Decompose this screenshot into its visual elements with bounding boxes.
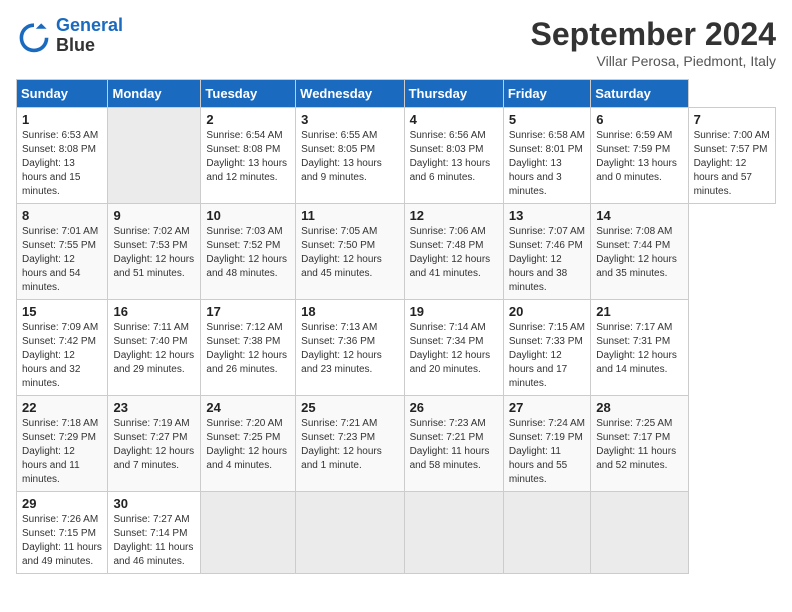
table-row bbox=[503, 492, 590, 574]
table-row: 12Sunrise: 7:06 AMSunset: 7:48 PMDayligh… bbox=[404, 204, 503, 300]
table-row: 18Sunrise: 7:13 AMSunset: 7:36 PMDayligh… bbox=[296, 300, 404, 396]
page-header: General Blue September 2024 Villar Peros… bbox=[16, 16, 776, 69]
col-thursday: Thursday bbox=[404, 80, 503, 108]
table-row: 17Sunrise: 7:12 AMSunset: 7:38 PMDayligh… bbox=[201, 300, 296, 396]
table-row: 1Sunrise: 6:53 AMSunset: 8:08 PMDaylight… bbox=[17, 108, 108, 204]
table-row: 19Sunrise: 7:14 AMSunset: 7:34 PMDayligh… bbox=[404, 300, 503, 396]
logo-icon bbox=[16, 18, 52, 54]
col-tuesday: Tuesday bbox=[201, 80, 296, 108]
table-row: 20Sunrise: 7:15 AMSunset: 7:33 PMDayligh… bbox=[503, 300, 590, 396]
table-row: 16Sunrise: 7:11 AMSunset: 7:40 PMDayligh… bbox=[108, 300, 201, 396]
location-subtitle: Villar Perosa, Piedmont, Italy bbox=[531, 53, 776, 69]
table-row: 15Sunrise: 7:09 AMSunset: 7:42 PMDayligh… bbox=[17, 300, 108, 396]
table-row: 30Sunrise: 7:27 AMSunset: 7:14 PMDayligh… bbox=[108, 492, 201, 574]
table-row bbox=[591, 492, 688, 574]
table-row: 29Sunrise: 7:26 AMSunset: 7:15 PMDayligh… bbox=[17, 492, 108, 574]
col-sunday: Sunday bbox=[17, 80, 108, 108]
table-row: 27Sunrise: 7:24 AMSunset: 7:19 PMDayligh… bbox=[503, 396, 590, 492]
logo-line1: General bbox=[56, 15, 123, 35]
table-row: 2Sunrise: 6:54 AMSunset: 8:08 PMDaylight… bbox=[201, 108, 296, 204]
table-row: 24Sunrise: 7:20 AMSunset: 7:25 PMDayligh… bbox=[201, 396, 296, 492]
table-row bbox=[404, 492, 503, 574]
col-monday: Monday bbox=[108, 80, 201, 108]
table-row: 13Sunrise: 7:07 AMSunset: 7:46 PMDayligh… bbox=[503, 204, 590, 300]
col-friday: Friday bbox=[503, 80, 590, 108]
table-row: 4Sunrise: 6:56 AMSunset: 8:03 PMDaylight… bbox=[404, 108, 503, 204]
table-row: 22Sunrise: 7:18 AMSunset: 7:29 PMDayligh… bbox=[17, 396, 108, 492]
table-row: 10Sunrise: 7:03 AMSunset: 7:52 PMDayligh… bbox=[201, 204, 296, 300]
table-row: 11Sunrise: 7:05 AMSunset: 7:50 PMDayligh… bbox=[296, 204, 404, 300]
table-row: 25Sunrise: 7:21 AMSunset: 7:23 PMDayligh… bbox=[296, 396, 404, 492]
logo-line2: Blue bbox=[56, 35, 95, 55]
logo-text: General Blue bbox=[56, 16, 123, 56]
month-title: September 2024 bbox=[531, 16, 776, 53]
table-row: 6Sunrise: 6:59 AMSunset: 7:59 PMDaylight… bbox=[591, 108, 688, 204]
table-row: 8Sunrise: 7:01 AMSunset: 7:55 PMDaylight… bbox=[17, 204, 108, 300]
table-row: 14Sunrise: 7:08 AMSunset: 7:44 PMDayligh… bbox=[591, 204, 688, 300]
logo: General Blue bbox=[16, 16, 123, 56]
table-row: 7Sunrise: 7:00 AMSunset: 7:57 PMDaylight… bbox=[688, 108, 775, 204]
table-row bbox=[296, 492, 404, 574]
table-row: 23Sunrise: 7:19 AMSunset: 7:27 PMDayligh… bbox=[108, 396, 201, 492]
table-row: 9Sunrise: 7:02 AMSunset: 7:53 PMDaylight… bbox=[108, 204, 201, 300]
table-row bbox=[201, 492, 296, 574]
col-saturday: Saturday bbox=[591, 80, 688, 108]
table-row: 26Sunrise: 7:23 AMSunset: 7:21 PMDayligh… bbox=[404, 396, 503, 492]
table-row: 3Sunrise: 6:55 AMSunset: 8:05 PMDaylight… bbox=[296, 108, 404, 204]
table-row: 28Sunrise: 7:25 AMSunset: 7:17 PMDayligh… bbox=[591, 396, 688, 492]
table-row bbox=[108, 108, 201, 204]
title-area: September 2024 Villar Perosa, Piedmont, … bbox=[531, 16, 776, 69]
table-row: 21Sunrise: 7:17 AMSunset: 7:31 PMDayligh… bbox=[591, 300, 688, 396]
table-row: 5Sunrise: 6:58 AMSunset: 8:01 PMDaylight… bbox=[503, 108, 590, 204]
col-wednesday: Wednesday bbox=[296, 80, 404, 108]
calendar-table: Sunday Monday Tuesday Wednesday Thursday… bbox=[16, 79, 776, 574]
